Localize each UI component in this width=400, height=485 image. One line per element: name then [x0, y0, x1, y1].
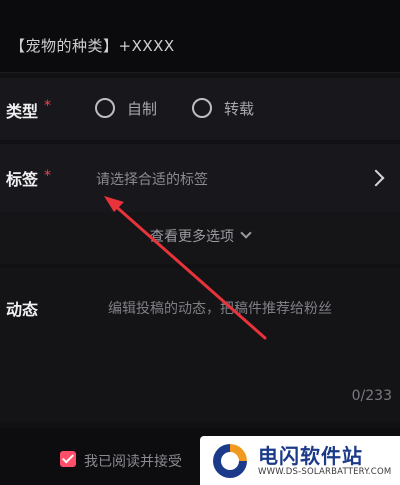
type-row: 类型 * 自制 转载: [0, 78, 400, 140]
title-bar: 【宠物的种类】+XXXX: [0, 0, 400, 73]
radio-repost-label[interactable]: 转载: [224, 98, 254, 119]
watermark-title: 电闪软件站: [258, 444, 363, 468]
dynamic-label: 动态: [6, 300, 39, 319]
required-mark: *: [44, 98, 51, 114]
watermark-badge: 电闪软件站 WWW.DS-SOLARBATTERY.COM: [200, 436, 400, 485]
required-mark: *: [44, 168, 51, 184]
agree-text[interactable]: 我已阅读并接受: [84, 451, 182, 471]
radio-self-made-label[interactable]: 自制: [127, 98, 157, 119]
more-options-button[interactable]: 查看更多选项: [0, 226, 400, 246]
char-counter: 0/233: [351, 388, 392, 404]
chevron-right-icon[interactable]: [367, 169, 385, 187]
watermark-logo-icon: [213, 444, 247, 478]
type-label: 类型: [6, 102, 39, 121]
tag-row[interactable]: 标签 * 请选择合适的标签: [0, 144, 400, 212]
tag-label: 标签: [6, 170, 39, 189]
more-options-label[interactable]: 查看更多选项: [150, 229, 234, 245]
agree-checkbox[interactable]: [60, 451, 76, 467]
dynamic-textarea[interactable]: 编辑投稿的动态，把稿件推荐给粉丝: [108, 298, 332, 318]
submission-form-screen: 【宠物的种类】+XXXX 类型 * 自制 转载 标签 * 请选择合适的标签 查看…: [0, 0, 400, 485]
tag-placeholder[interactable]: 请选择合适的标签: [96, 169, 208, 189]
watermark-url: WWW.DS-SOLARBATTERY.COM: [258, 467, 392, 477]
radio-repost[interactable]: [192, 98, 212, 118]
dynamic-row[interactable]: 动态 编辑投稿的动态，把稿件推荐给粉丝: [0, 268, 400, 422]
chevron-down-icon[interactable]: [240, 227, 252, 239]
radio-self-made[interactable]: [95, 98, 115, 118]
category-title[interactable]: 【宠物的种类】+XXXX: [10, 35, 175, 56]
